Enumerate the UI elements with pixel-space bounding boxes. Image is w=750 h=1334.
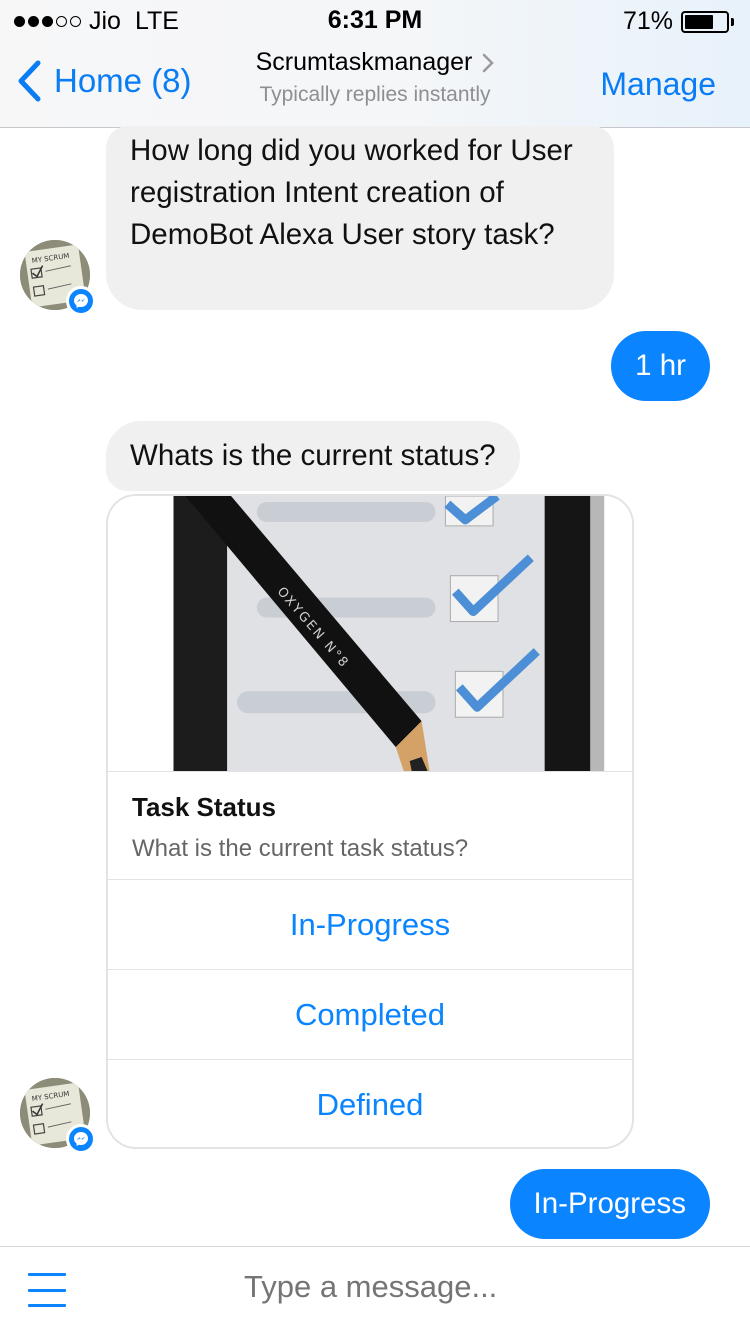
chevron-right-icon xyxy=(483,53,495,72)
card-body: Task Status What is the current task sta… xyxy=(108,772,632,880)
completed-button[interactable]: Completed xyxy=(108,970,632,1060)
message-bubble-bot: Whats is the current status? xyxy=(106,421,520,491)
manage-button[interactable]: Manage xyxy=(600,66,716,103)
message-bubble-user: In-Progress xyxy=(509,1169,710,1239)
defined-button[interactable]: Defined xyxy=(108,1060,632,1147)
back-button[interactable]: Home (8) xyxy=(16,60,192,102)
task-status-card: OXYGEN N°8 Task Status What is the curre… xyxy=(106,494,634,1149)
battery-icon xyxy=(681,10,729,33)
battery-percent: 71% xyxy=(622,7,673,35)
messenger-icon xyxy=(66,1124,96,1154)
message-bubble-user: 1 hr xyxy=(611,331,710,401)
messenger-icon xyxy=(66,286,96,316)
message-bubble-bot: How long did you worked for User registr… xyxy=(106,126,614,310)
conversation-header[interactable]: Scrumtaskmanager Typically replies insta… xyxy=(200,48,550,107)
status-bar: Jio LTE 6:31 PM 71% xyxy=(0,0,750,40)
checklist-pencil-image: OXYGEN N°8 xyxy=(108,496,632,772)
menu-icon[interactable] xyxy=(28,1273,66,1307)
message-input[interactable] xyxy=(244,1269,664,1305)
message-composer xyxy=(0,1246,750,1334)
card-subtitle: What is the current task status? xyxy=(132,835,469,862)
battery-indicator: 71% xyxy=(623,7,734,36)
in-progress-button[interactable]: In-Progress xyxy=(108,880,632,970)
conversation-subtitle: Typically replies instantly xyxy=(259,83,491,106)
conversation-title: Scrumtaskmanager xyxy=(255,48,473,76)
card-title: Task Status xyxy=(132,792,277,822)
avatar: MY SCRUM xyxy=(20,240,96,316)
avatar: MY SCRUM xyxy=(20,1078,96,1154)
back-label: Home (8) xyxy=(54,62,192,99)
chevron-left-icon xyxy=(18,60,41,102)
